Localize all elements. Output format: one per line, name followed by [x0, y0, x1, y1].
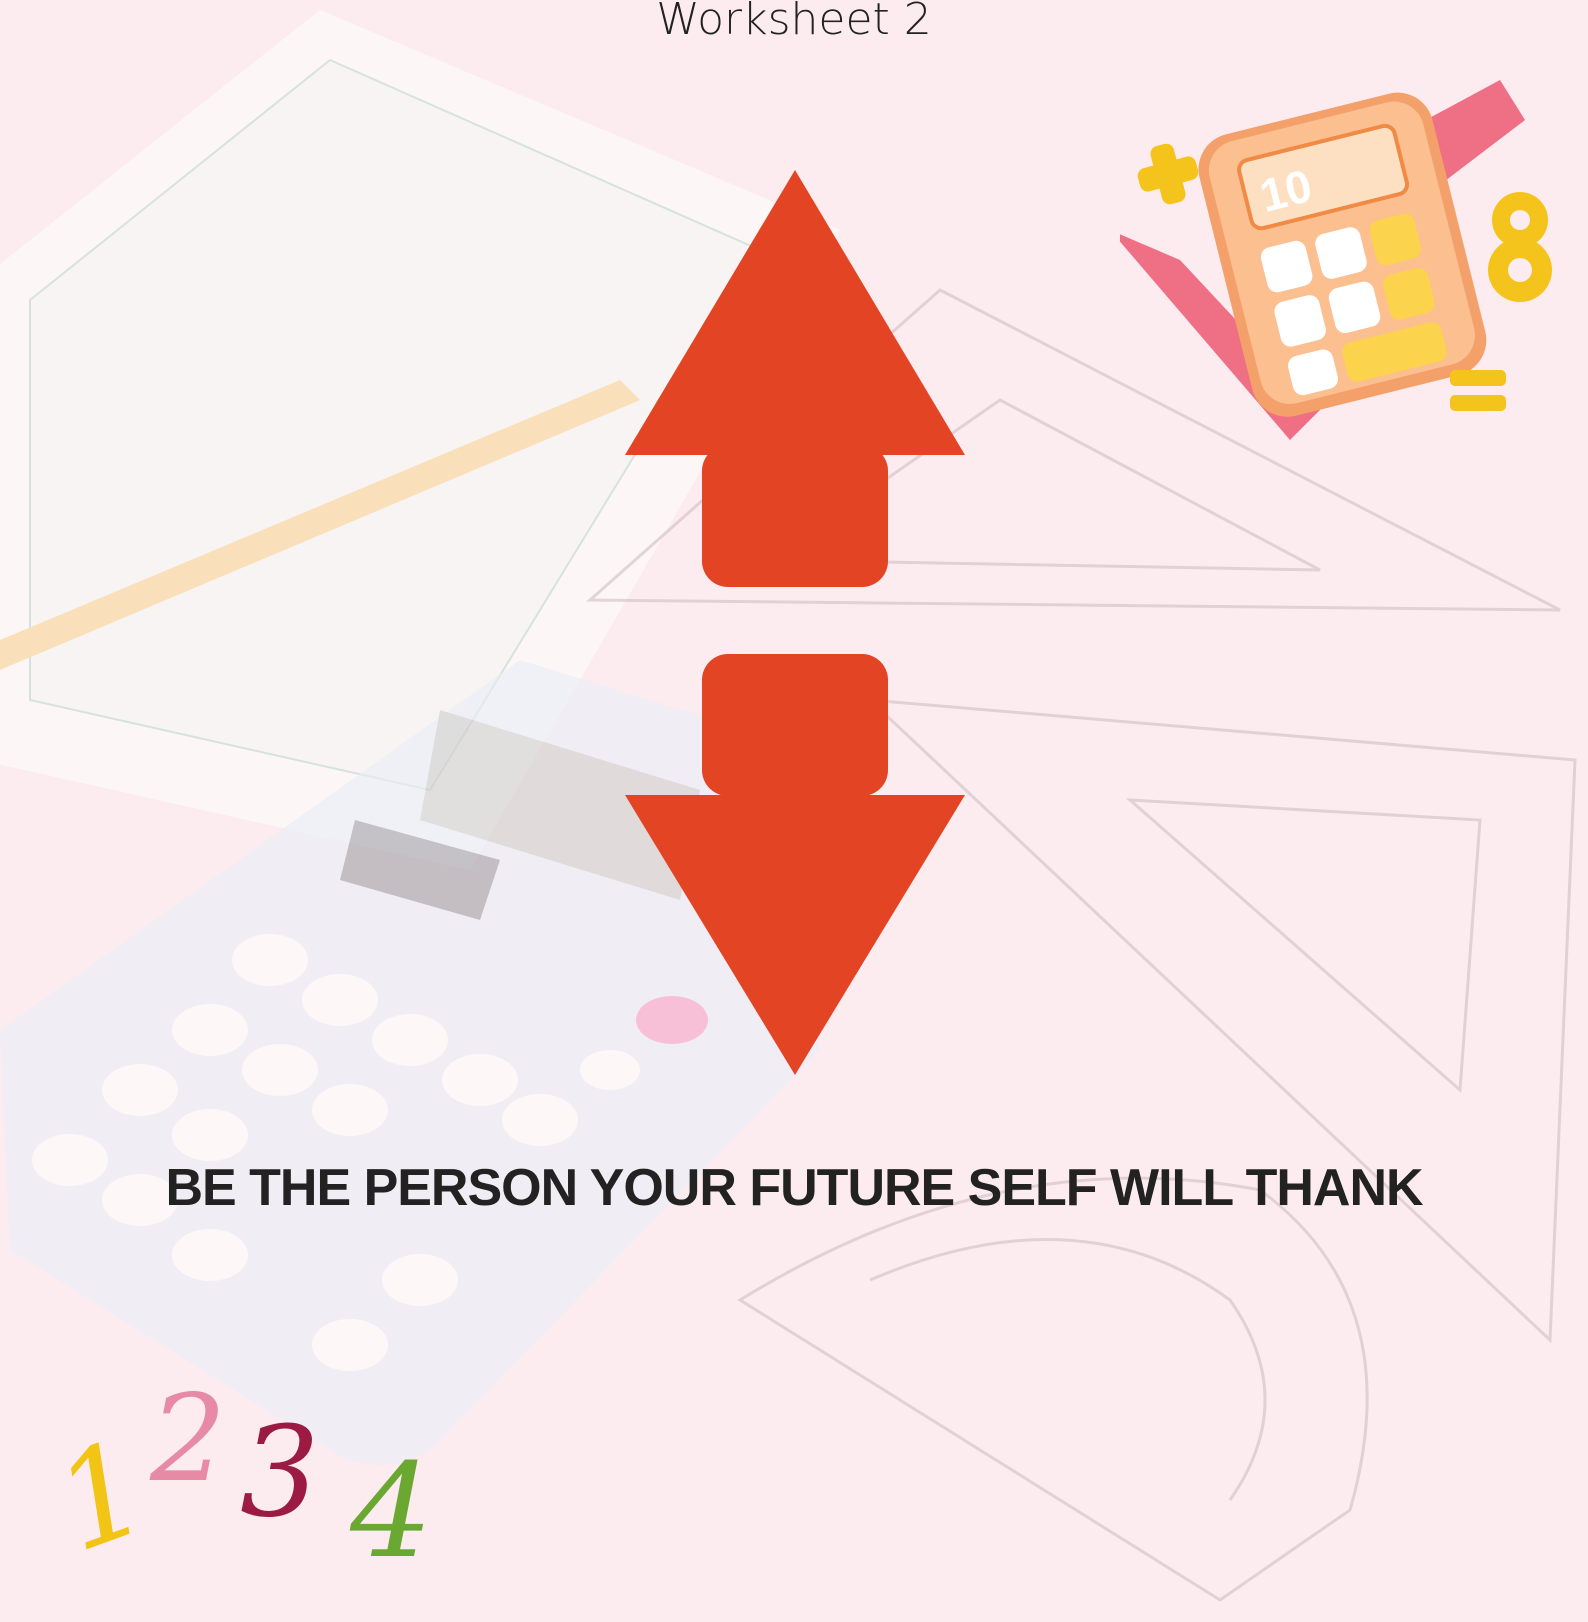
doodle-numbers: 1 2 3 4 [36, 1370, 480, 1620]
equals-icon [1450, 370, 1506, 411]
number-one: 1 [36, 1410, 167, 1582]
eight-icon [1488, 192, 1552, 302]
down-arrow-icon [625, 654, 965, 1075]
motivational-quote: BE THE PERSON YOUR FUTURE SELF WILL THAN… [165, 1159, 1423, 1217]
number-three: 3 [240, 1400, 320, 1545]
math-sticker: 10 [1120, 80, 1552, 440]
number-four: 4 [350, 1435, 433, 1587]
up-arrow-icon [625, 170, 965, 587]
page-title: Worksheet 2 [656, 0, 932, 45]
plus-icon [1137, 143, 1199, 205]
double-arrow [625, 170, 965, 1075]
number-two: 2 [150, 1370, 227, 1509]
